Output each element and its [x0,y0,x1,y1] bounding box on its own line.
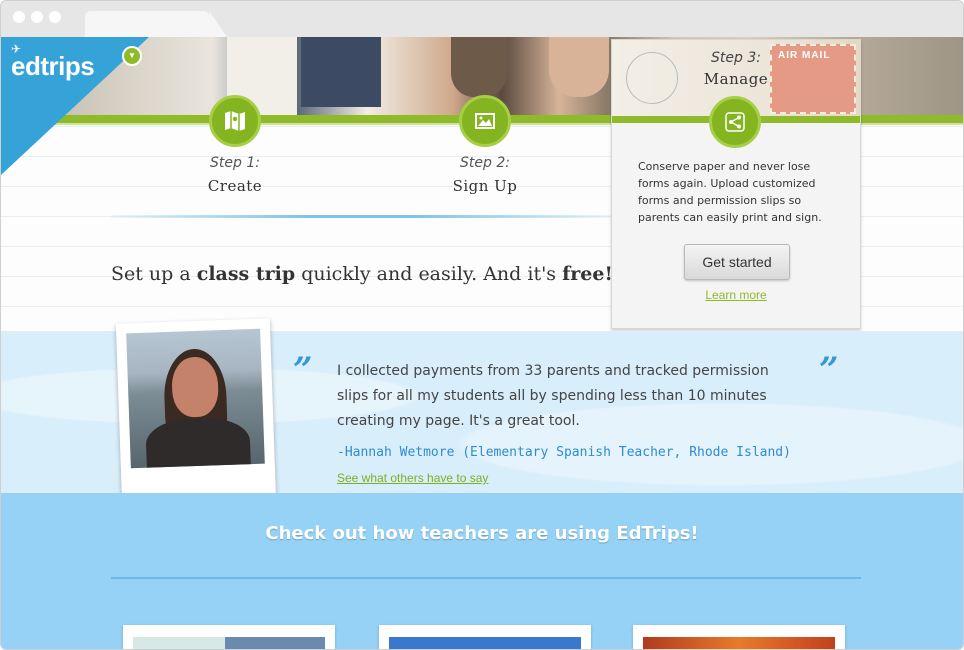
logo[interactable]: edtrips [11,51,95,82]
teachers-section-divider [111,577,861,579]
window-minimize-dot[interactable] [31,11,43,23]
step-3-number: Step 3: [711,50,761,66]
testimonial-photo [126,328,265,469]
step-3-share-icon[interactable] [709,96,761,148]
teachers-section-title: Check out how teachers are using EdTrips… [265,523,699,544]
get-started-button[interactable]: Get started [684,244,790,280]
teacher-card[interactable] [123,625,335,649]
teacher-card-image [133,637,325,649]
page-viewport: ✈ edtrips ▼ Step 1: Create Step 2: Sign … [1,37,963,649]
map-icon [225,111,245,131]
step-2-number: Step 2: [460,155,510,171]
hero-photo-shirt [301,37,381,107]
step-1-map-icon[interactable] [209,95,261,147]
step-3-card: AIR MAIL Step 3: Manage Conserve paper a… [611,39,861,329]
steps-divider [111,215,611,218]
testimonial-author: -Hannah Wetmore (Elementary Spanish Teac… [337,445,791,460]
learn-more-link[interactable]: Learn more [612,288,860,302]
testimonial-text: I collected payments from 33 parents and… [337,363,769,429]
window-close-dot[interactable] [13,11,25,23]
testimonial-photo-frame [115,318,277,508]
image-icon [475,113,495,129]
step-2-image-icon[interactable] [459,95,511,147]
share-icon [725,112,745,132]
teacher-card-image [389,637,581,649]
page-tagline: Set up a class trip quickly and easily. … [111,263,613,285]
step-2-title: Sign Up [452,177,518,195]
open-quote-icon: ” [293,350,313,390]
teacher-card[interactable] [633,625,845,649]
hero-photo-person [451,37,507,97]
browser-window: ✈ edtrips ▼ Step 1: Create Step 2: Sign … [0,0,964,650]
window-maximize-dot[interactable] [49,11,61,23]
teacher-card[interactable] [379,625,591,649]
close-quote-icon: ” [819,350,839,390]
step-3-description: Conserve paper and never lose forms agai… [638,160,822,224]
teacher-card-image [643,637,835,649]
see-others-link[interactable]: See what others have to say [337,471,488,485]
browser-tab[interactable] [85,11,227,37]
chevron-down-icon[interactable]: ▼ [122,46,142,66]
browser-chrome [1,1,963,37]
step-3-title: Manage [703,70,769,88]
step-1-title: Create [207,177,263,195]
hero-photo-face [549,37,609,97]
step-1-number: Step 1: [210,155,260,171]
